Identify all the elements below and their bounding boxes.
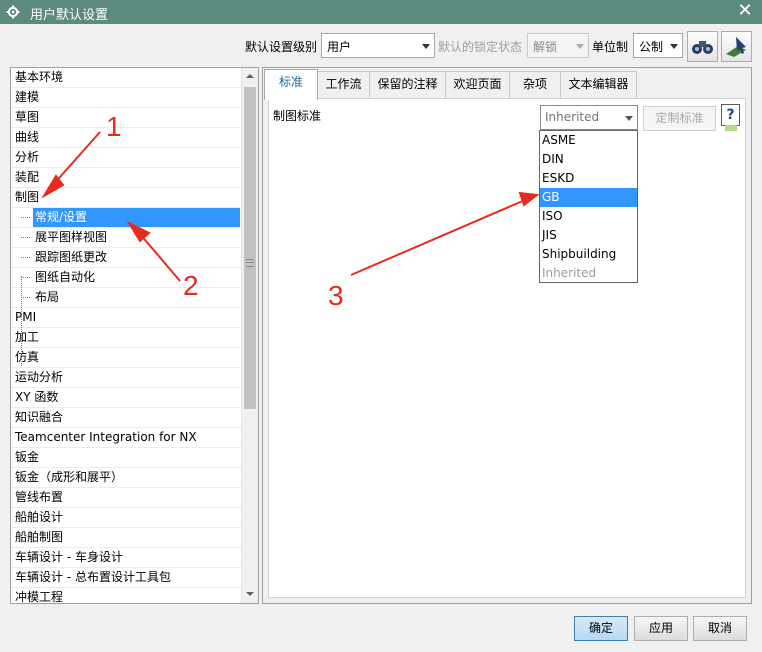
settings-panel: 标准 工作流 保留的注释 欢迎页面 杂项 文本编辑器 制图标准 Inherite… bbox=[262, 67, 752, 604]
chevron-down-icon bbox=[576, 44, 584, 49]
gear-icon bbox=[6, 5, 20, 19]
lock-state-select[interactable]: 解锁 bbox=[527, 33, 589, 58]
scroll-up-icon[interactable] bbox=[242, 68, 258, 85]
annotation-label-3: 3 bbox=[328, 280, 344, 311]
scroll-thumb[interactable] bbox=[244, 87, 256, 409]
tree-list: 基本环境 建模 草图 曲线 分析 装配 制图 常规/设置 展平图样视图 跟踪图纸… bbox=[11, 68, 242, 603]
tab-text-editor[interactable]: 文本编辑器 bbox=[560, 71, 637, 98]
tree-item-xy-function[interactable]: XY 函数 bbox=[11, 388, 242, 408]
tab-retained-annotations[interactable]: 保留的注释 bbox=[369, 71, 446, 98]
default-level-label: 默认设置级别 bbox=[245, 40, 318, 54]
default-level-value: 用户 bbox=[327, 40, 352, 54]
drafting-standard-select[interactable]: Inherited bbox=[540, 105, 638, 130]
settings-pointer-icon bbox=[726, 37, 746, 57]
title-bar: 用户默认设置 ✕ bbox=[0, 0, 762, 24]
option-gb[interactable]: GB bbox=[540, 188, 637, 207]
tree-item-drafting[interactable]: 制图 bbox=[11, 188, 242, 208]
option-eskd[interactable]: ESKD bbox=[540, 169, 637, 188]
tab-standard[interactable]: 标准 bbox=[264, 69, 318, 100]
tree-item-assembly[interactable]: 装配 bbox=[11, 168, 242, 188]
annotation-label-1: 1 bbox=[106, 111, 122, 142]
ok-button[interactable]: 确定 bbox=[574, 616, 628, 641]
tree-item-teamcenter-integration[interactable]: Teamcenter Integration for NX bbox=[11, 428, 242, 448]
close-icon[interactable]: ✕ bbox=[736, 1, 754, 21]
option-iso[interactable]: ISO bbox=[540, 207, 637, 226]
option-din[interactable]: DIN bbox=[540, 150, 637, 169]
tree-item-sketch[interactable]: 草图 bbox=[11, 108, 242, 128]
drafting-standard-label: 制图标准 bbox=[273, 109, 322, 123]
tree-item-die-engineering[interactable]: 冲模工程 bbox=[11, 588, 242, 603]
tree-item-sheet-metal[interactable]: 钣金 bbox=[11, 448, 242, 468]
annotation-label-2: 2 bbox=[183, 270, 199, 301]
tree-guide-line bbox=[21, 276, 22, 366]
category-tree[interactable]: 基本环境 建模 草图 曲线 分析 装配 制图 常规/设置 展平图样视图 跟踪图纸… bbox=[10, 67, 259, 604]
tree-item-modeling[interactable]: 建模 bbox=[11, 88, 242, 108]
tab-workflow[interactable]: 工作流 bbox=[317, 71, 370, 98]
standard-dropdown-list[interactable]: ASME DIN ESKD GB ISO JIS Shipbuilding In… bbox=[539, 130, 638, 283]
tree-item-layout[interactable]: 布局 bbox=[11, 288, 242, 308]
unit-system-value: 公制 bbox=[639, 40, 664, 54]
tree-item-motion-analysis[interactable]: 运动分析 bbox=[11, 368, 242, 388]
option-inherited: Inherited bbox=[542, 266, 597, 280]
tab-miscellaneous[interactable]: 杂项 bbox=[509, 71, 561, 98]
lock-state-label: 默认的锁定状态 bbox=[438, 40, 523, 54]
tree-item-curve[interactable]: 曲线 bbox=[11, 128, 242, 148]
tree-item-basic-environment[interactable]: 基本环境 bbox=[11, 68, 242, 88]
option-asme[interactable]: ASME bbox=[540, 131, 637, 150]
chevron-down-icon bbox=[670, 44, 678, 49]
tab-welcome-page[interactable]: 欢迎页面 bbox=[445, 71, 510, 98]
tree-item-knowledge-fusion[interactable]: 知识融合 bbox=[11, 408, 242, 428]
tree-item-sheet-metal-forming[interactable]: 钣金（成形和展平） bbox=[11, 468, 242, 488]
manage-settings-button[interactable] bbox=[721, 31, 752, 62]
scroll-down-icon[interactable] bbox=[242, 586, 258, 603]
tree-item-ship-drafting[interactable]: 船舶制图 bbox=[11, 528, 242, 548]
tree-item-general-settings[interactable]: 常规/设置 bbox=[11, 208, 242, 228]
option-shipbuilding[interactable]: Shipbuilding bbox=[540, 245, 637, 264]
tree-item-analysis[interactable]: 分析 bbox=[11, 148, 242, 168]
option-jis[interactable]: JIS bbox=[540, 226, 637, 245]
tree-item-simulation[interactable]: 仿真 bbox=[11, 348, 242, 368]
toolbar: 默认设置级别 用户 默认的锁定状态 解锁 单位制 公制 bbox=[0, 24, 762, 66]
tab-content-standard: 制图标准 Inherited 定制标准 ? bbox=[268, 98, 746, 598]
unit-system-select[interactable]: 公制 bbox=[633, 33, 683, 58]
drafting-standard-value: Inherited bbox=[545, 110, 600, 124]
cancel-button[interactable]: 取消 bbox=[693, 616, 747, 641]
unit-system-label: 单位制 bbox=[592, 40, 629, 54]
chevron-down-icon bbox=[625, 116, 633, 121]
binoculars-icon bbox=[692, 41, 713, 54]
tree-item-vehicle-body-design[interactable]: 车辆设计 - 车身设计 bbox=[11, 548, 242, 568]
lock-state-value: 解锁 bbox=[533, 40, 558, 54]
tree-item-pmi[interactable]: PMI bbox=[11, 308, 242, 328]
help-icon[interactable]: ? bbox=[721, 104, 740, 131]
window-title: 用户默认设置 bbox=[30, 8, 109, 23]
default-level-select[interactable]: 用户 bbox=[321, 33, 435, 58]
customize-standard-button[interactable]: 定制标准 bbox=[643, 106, 716, 131]
tree-item-track-drawing-changes[interactable]: 跟踪图纸更改 bbox=[11, 248, 242, 268]
tree-item-manufacturing[interactable]: 加工 bbox=[11, 328, 242, 348]
tree-item-drawing-automation[interactable]: 图纸自动化 bbox=[11, 268, 242, 288]
tree-item-routing[interactable]: 管线布置 bbox=[11, 488, 242, 508]
tree-item-vehicle-packaging-toolkit[interactable]: 车辆设计 - 总布置设计工具包 bbox=[11, 568, 242, 588]
apply-button[interactable]: 应用 bbox=[634, 616, 688, 641]
find-default-button[interactable] bbox=[687, 31, 718, 62]
tree-item-ship-design[interactable]: 船舶设计 bbox=[11, 508, 242, 528]
grip-icon bbox=[246, 259, 254, 267]
tree-scrollbar[interactable] bbox=[241, 68, 258, 603]
tree-item-flat-pattern-view[interactable]: 展平图样视图 bbox=[11, 228, 242, 248]
chevron-down-icon bbox=[422, 44, 430, 49]
